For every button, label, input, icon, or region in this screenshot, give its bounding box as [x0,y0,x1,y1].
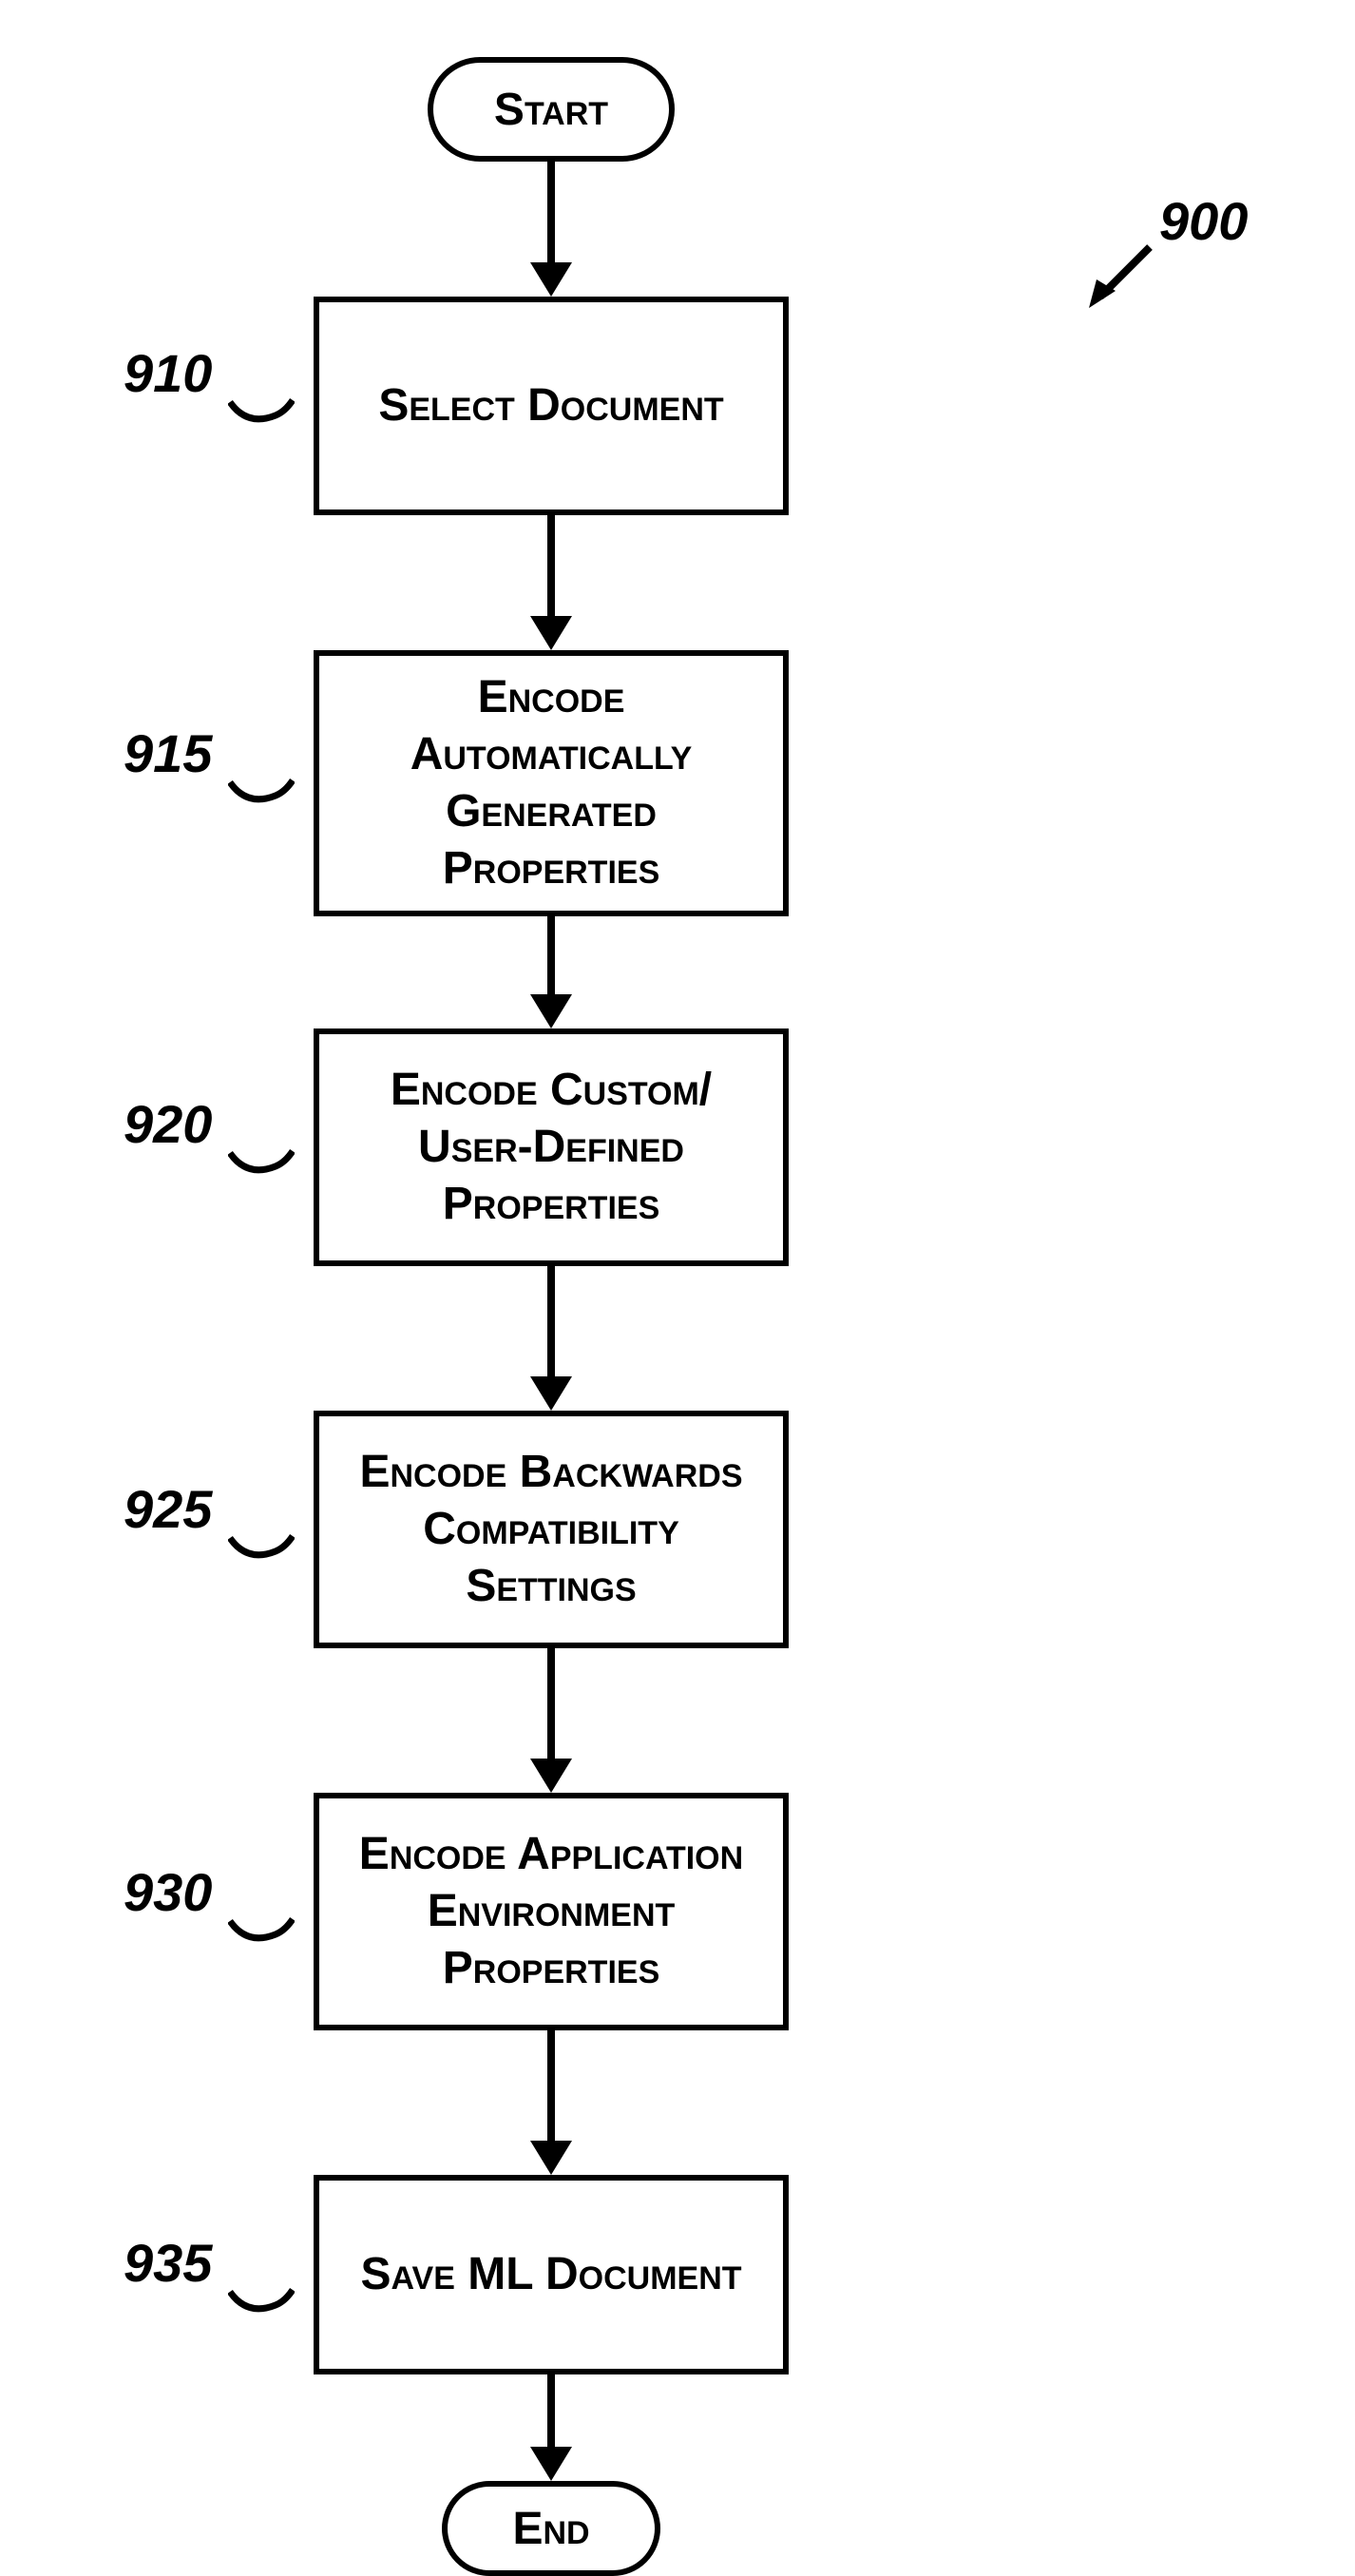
step-915-text: Encode Automatically Generated Propertie… [348,669,754,897]
step-930-encode-app-env-properties: Encode Application Environment Propertie… [314,1793,789,2030]
arrow-910-to-915 [547,515,555,620]
start-terminator: Start [428,57,675,162]
arrow-head-915-to-920 [530,994,572,1028]
ref-tail-915 [228,775,295,809]
figure-reference-900: 900 [1159,190,1248,252]
ref-910: 910 [124,342,212,404]
ref-tail-935 [228,2284,295,2318]
arrow-935-to-end [547,2374,555,2451]
start-label: Start [494,84,608,136]
ref-tail-920 [228,1145,295,1180]
step-915-encode-auto-properties: Encode Automatically Generated Propertie… [314,650,789,916]
step-910-select-document: Select Document [314,297,789,515]
ref-920: 920 [124,1093,212,1155]
arrow-915-to-920 [547,916,555,998]
step-920-encode-custom-properties: Encode Custom/ User-Defined Properties [314,1028,789,1266]
step-925-text: Encode Backwards Compatibility Settings [348,1444,754,1615]
arrow-head-935-to-end [530,2447,572,2481]
arrow-head-925-to-930 [530,1759,572,1793]
step-920-text: Encode Custom/ User-Defined Properties [348,1062,754,1233]
end-label: End [512,2503,589,2555]
ref-935: 935 [124,2232,212,2294]
arrow-930-to-935 [547,2030,555,2144]
step-930-text: Encode Application Environment Propertie… [348,1826,754,1997]
arrow-925-to-930 [547,1648,555,1762]
arrow-head-910-to-915 [530,616,572,650]
arrow-start-to-910 [547,162,555,266]
step-925-encode-compat-settings: Encode Backwards Compatibility Settings [314,1411,789,1648]
arrow-head-start-to-910 [530,262,572,297]
end-terminator: End [442,2481,660,2576]
ref-925: 925 [124,1478,212,1540]
figure-reference-arrow [1083,238,1159,314]
step-935-text: Save ML Document [360,2246,741,2303]
flowchart-canvas: 900 Start 910 Select Document 915 Encode… [0,0,1355,2542]
ref-915: 915 [124,722,212,784]
step-935-save-ml-document: Save ML Document [314,2175,789,2374]
ref-930: 930 [124,1861,212,1923]
arrow-head-930-to-935 [530,2141,572,2175]
ref-tail-925 [228,1530,295,1565]
arrow-920-to-925 [547,1266,555,1380]
arrow-head-920-to-925 [530,1376,572,1411]
ref-tail-930 [228,1913,295,1948]
ref-tail-910 [228,394,295,429]
step-910-text: Select Document [378,377,723,434]
